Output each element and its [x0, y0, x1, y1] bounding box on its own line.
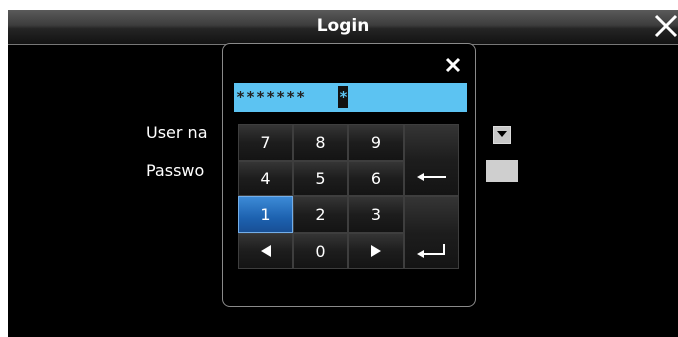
key-8[interactable]: 8 — [293, 124, 348, 161]
keypad-close-icon[interactable] — [445, 57, 461, 73]
left-arrow-icon — [260, 245, 271, 257]
password-label: Passwo — [146, 161, 205, 180]
key-5[interactable]: 5 — [293, 161, 348, 196]
keypad-display[interactable]: ******* * — [234, 83, 467, 112]
key-7-label: 7 — [260, 133, 271, 152]
key-4[interactable]: 4 — [238, 161, 293, 196]
key-9-label: 9 — [370, 133, 382, 152]
key-0-label: 0 — [315, 242, 326, 261]
user-dropdown-button[interactable] — [493, 126, 511, 144]
key-4-label: 4 — [260, 169, 271, 188]
backspace-key[interactable] — [404, 124, 459, 196]
keypad-grid: 7 8 9 4 5 6 1 2 3 0 — [238, 124, 459, 269]
right-arrow-icon — [371, 245, 381, 257]
user-name-label: User na — [146, 123, 208, 142]
key-1[interactable]: 1 — [238, 196, 293, 233]
key-2-label: 2 — [315, 205, 326, 224]
key-3[interactable]: 3 — [348, 196, 404, 233]
key-5-label: 5 — [315, 169, 326, 188]
key-6-label: 6 — [370, 169, 382, 188]
key-8-label: 8 — [315, 133, 326, 152]
keypad-popup: ******* * 7 8 9 4 5 6 1 2 3 0 — [222, 43, 476, 307]
key-7[interactable]: 7 — [238, 124, 293, 161]
key-3-label: 3 — [370, 205, 382, 224]
password-field[interactable] — [486, 160, 518, 182]
enter-key[interactable] — [404, 196, 459, 269]
cursor-char: * — [339, 88, 349, 106]
key-0[interactable]: 0 — [293, 233, 348, 269]
keypad-display-text: ******* — [236, 88, 307, 106]
key-6[interactable]: 6 — [348, 161, 404, 196]
cursor-right-key[interactable] — [348, 233, 404, 269]
close-icon[interactable] — [652, 12, 678, 40]
key-1-label: 1 — [260, 205, 271, 224]
backspace-arrow-icon — [416, 173, 446, 181]
cursor-left-key[interactable] — [238, 233, 293, 269]
window-title: Login — [316, 16, 370, 36]
key-9[interactable]: 9 — [348, 124, 404, 161]
text-cursor: * — [338, 86, 348, 108]
title-bar: Login — [8, 10, 678, 45]
key-2[interactable]: 2 — [293, 196, 348, 233]
enter-arrow-icon — [416, 244, 445, 258]
